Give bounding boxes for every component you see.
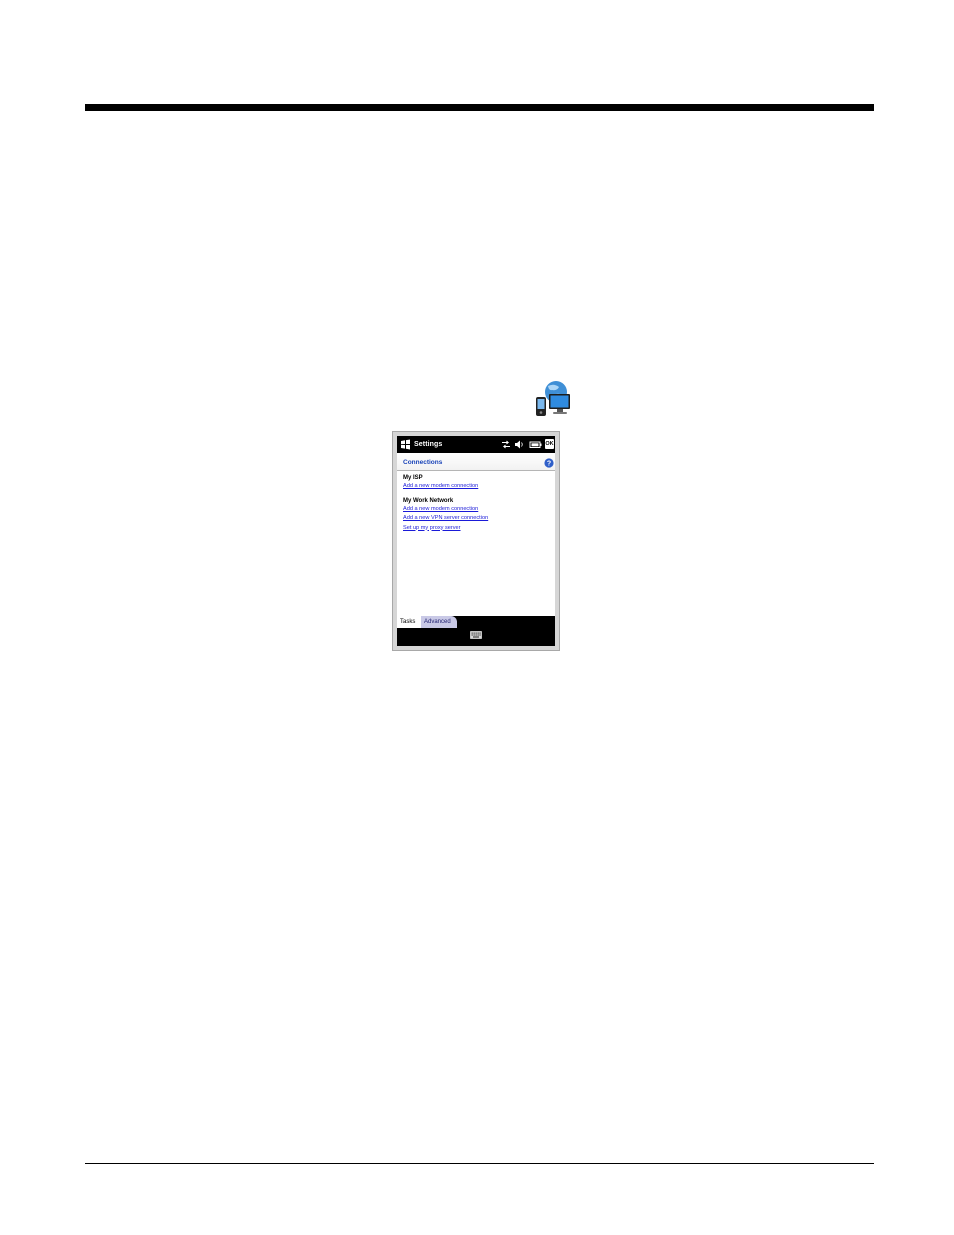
device-screen: Settings OK Connections ? My ISP Add a n…: [397, 436, 555, 646]
battery-icon[interactable]: [529, 439, 542, 450]
windows-flag-icon[interactable]: [400, 439, 411, 450]
titlebar-title: Settings: [414, 441, 443, 448]
section-title-my-isp: My ISP: [403, 475, 423, 481]
help-icon[interactable]: ?: [544, 458, 554, 468]
section-my-work-network: My Work Network Add a new modem connecti…: [403, 497, 553, 534]
svg-text:?: ?: [547, 461, 551, 468]
page-title: Connections: [403, 459, 443, 466]
bottom-bar: Tasks Advanced: [397, 616, 555, 646]
tabs-strip: Tasks Advanced: [397, 616, 555, 628]
keyboard-icon[interactable]: [470, 631, 482, 639]
titlebar: Settings OK: [397, 436, 555, 453]
work-add-modem-connection-link[interactable]: Add a new modem connection: [403, 505, 553, 515]
tab-tasks[interactable]: Tasks: [397, 616, 423, 628]
device-screenshot-frame: Settings OK Connections ? My ISP Add a n…: [392, 431, 560, 651]
connections-icon: [536, 381, 570, 416]
connections-header: Connections ?: [397, 453, 555, 471]
section-title-my-work-network: My Work Network: [403, 497, 454, 504]
connectivity-icon[interactable]: [501, 439, 511, 450]
connections-content: My ISP Add a new modem connection My Wor…: [403, 474, 553, 533]
section-my-isp: My ISP Add a new modem connection: [403, 474, 553, 492]
isp-add-modem-connection-link[interactable]: Add a new modem connection: [403, 482, 553, 492]
work-setup-proxy-link[interactable]: Set up my proxy server: [403, 524, 553, 534]
tab-advanced[interactable]: Advanced: [421, 616, 457, 628]
top-rule: [85, 104, 874, 111]
bottom-rule: [85, 1163, 874, 1164]
volume-icon[interactable]: [514, 439, 524, 450]
ok-button[interactable]: OK: [545, 439, 554, 449]
work-add-vpn-connection-link[interactable]: Add a new VPN server connection: [403, 514, 553, 524]
